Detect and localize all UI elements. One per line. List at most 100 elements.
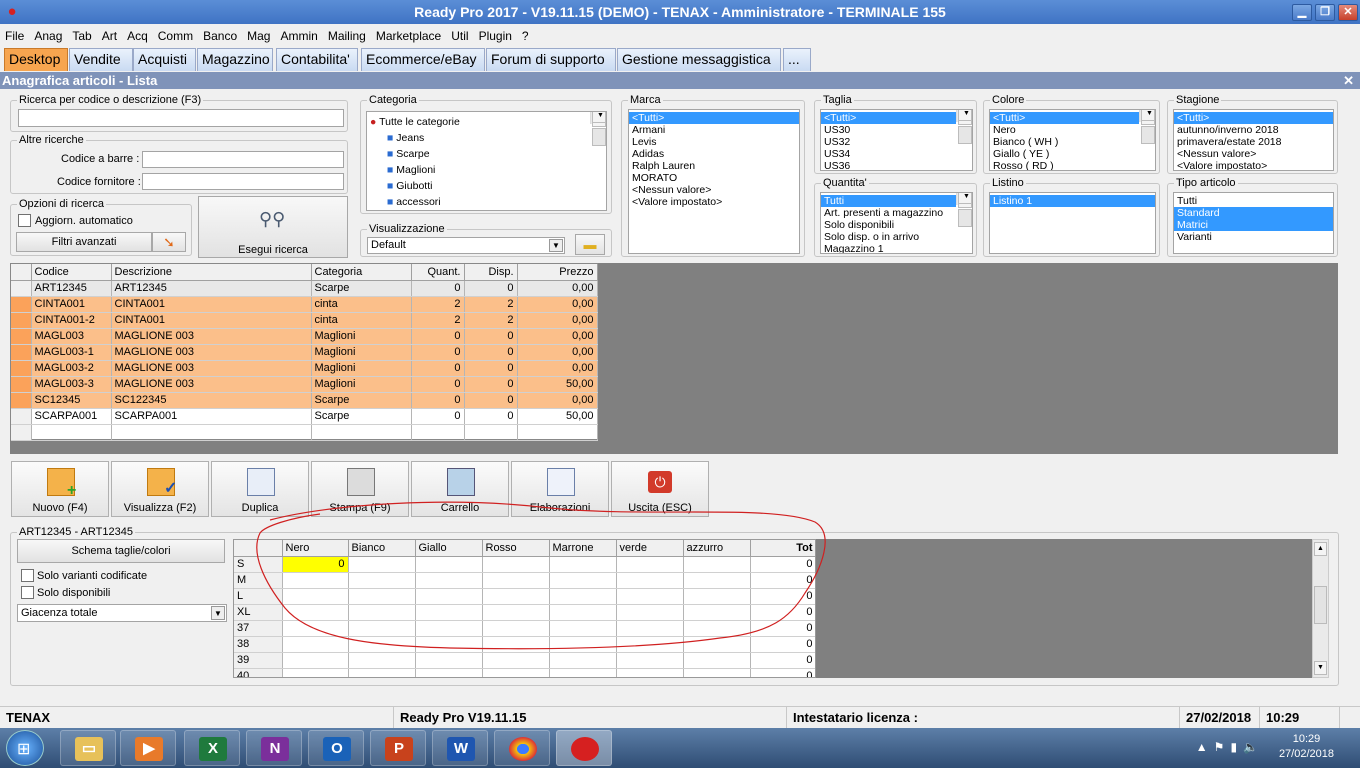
col-codice[interactable]: Codice <box>31 264 112 281</box>
table-cell[interactable]: 0,00 <box>517 312 598 329</box>
table-row[interactable]: ART12345 ART12345 Scarpe 0 0 0,00 <box>11 280 598 297</box>
table-row-empty[interactable] <box>11 424 598 441</box>
advanced-filters-button[interactable]: Filtri avanzati <box>16 232 152 252</box>
list-item[interactable]: Bianco ( WH ) <box>990 136 1155 148</box>
table-cell[interactable]: MAGL003-1 <box>31 344 112 361</box>
nuovo-button[interactable]: + Nuovo (F4) <box>11 461 109 517</box>
table-cell[interactable]: 0,00 <box>517 344 598 361</box>
menu-help[interactable]: ? <box>517 26 534 43</box>
solo-varianti-checkbox[interactable] <box>21 569 34 582</box>
size-row[interactable]: 40 0 <box>234 668 815 677</box>
table-cell[interactable]: MAGLIONE 003 <box>111 344 312 361</box>
menu-tab[interactable]: Tab <box>67 26 96 43</box>
taskbar-media-player[interactable]: ▶ <box>120 730 176 766</box>
taglia-scrollbar[interactable]: ▲▼ <box>956 110 972 144</box>
menu-anag[interactable]: Anag <box>29 26 67 43</box>
row-selector[interactable] <box>11 408 32 425</box>
table-cell[interactable]: ART12345 <box>111 280 312 297</box>
list-item[interactable]: US32 <box>821 136 972 148</box>
table-cell[interactable]: 0,00 <box>517 328 598 345</box>
tree-item-all[interactable]: ● Tutte le categorie <box>367 114 606 130</box>
table-row[interactable]: MAGL003-3 MAGLIONE 003 Maglioni 0 0 50,00 <box>11 376 598 393</box>
tab-magazzino[interactable]: Magazzino <box>197 48 273 71</box>
table-cell[interactable]: 0 <box>464 344 518 361</box>
table-row[interactable]: MAGL003 MAGLIONE 003 Maglioni 0 0 0,00 <box>11 328 598 345</box>
table-cell[interactable]: MAGL003-2 <box>31 360 112 377</box>
col-categoria[interactable]: Categoria <box>311 264 412 281</box>
tab-contabilita[interactable]: Contabilita' <box>276 48 358 71</box>
table-cell[interactable]: 0 <box>464 280 518 297</box>
execute-search-button[interactable]: ⚲⚲ Esegui ricerca <box>198 196 348 258</box>
table-cell[interactable]: 0 <box>464 392 518 409</box>
supplier-code-input[interactable] <box>142 173 344 190</box>
table-cell[interactable]: 50,00 <box>517 408 598 425</box>
table-cell[interactable]: MAGL003 <box>31 328 112 345</box>
list-item[interactable]: Art. presenti a magazzino <box>821 207 972 219</box>
scroll-thumb[interactable] <box>1314 586 1327 624</box>
barcode-input[interactable] <box>142 151 344 168</box>
close-button[interactable]: ✕ <box>1338 4 1358 21</box>
search-input[interactable] <box>18 109 344 127</box>
list-item[interactable]: Nero <box>990 124 1155 136</box>
tree-item-jeans[interactable]: ■ Jeans <box>367 130 606 146</box>
row-selector[interactable] <box>11 360 32 377</box>
qty-cell[interactable] <box>415 652 483 669</box>
list-item[interactable]: Solo disp. o in arrivo <box>821 231 972 243</box>
table-cell[interactable]: CINTA001 <box>111 312 312 329</box>
table-row[interactable]: MAGL003-2 MAGLIONE 003 Maglioni 0 0 0,00 <box>11 360 598 377</box>
tree-item-scarpe[interactable]: ■ Scarpe <box>367 146 606 162</box>
table-row[interactable]: SC12345 SC122345 Scarpe 0 0 0,00 <box>11 392 598 409</box>
visualizzazione-select[interactable]: Default ▼ <box>367 237 565 254</box>
table-cell[interactable]: cinta <box>311 312 412 329</box>
menu-comm[interactable]: Comm <box>153 26 198 43</box>
qty-cell[interactable] <box>282 668 349 677</box>
taskbar-outlook[interactable]: O <box>308 730 364 766</box>
scroll-down-icon[interactable]: ▼ <box>1314 661 1327 675</box>
list-item[interactable]: <Tutti> <box>629 112 799 124</box>
row-selector[interactable] <box>11 328 32 345</box>
colore-scrollbar[interactable]: ▲▼ <box>1139 110 1155 144</box>
qty-cell[interactable] <box>482 652 550 669</box>
tree-item-giubotti[interactable]: ■ Giubotti <box>367 178 606 194</box>
menu-util[interactable]: Util <box>446 26 473 43</box>
taskbar-powerpoint[interactable]: P <box>370 730 426 766</box>
qty-cell[interactable] <box>348 668 416 677</box>
menu-ammin[interactable]: Ammin <box>275 26 322 43</box>
volume-icon[interactable]: 🔈 <box>1243 740 1264 754</box>
taskbar-excel[interactable]: X <box>184 730 240 766</box>
qty-cell[interactable] <box>415 668 483 677</box>
list-item[interactable]: <Valore impostato> <box>629 196 799 208</box>
list-item[interactable]: Varianti <box>1174 231 1333 243</box>
qty-cell[interactable] <box>282 652 349 669</box>
list-item[interactable]: US36 <box>821 160 972 170</box>
list-item[interactable]: Listino 1 <box>990 195 1155 207</box>
list-item[interactable]: autunno/inverno 2018 <box>1174 124 1333 136</box>
size-row[interactable]: 39 0 <box>234 652 815 669</box>
list-item[interactable]: <Valore impostato> <box>1174 160 1333 170</box>
list-item[interactable]: Giallo ( YE ) <box>990 148 1155 160</box>
categoria-scrollbar[interactable]: ▲▼ <box>590 112 606 146</box>
flag-icon[interactable]: ⚑ <box>1214 740 1231 754</box>
list-item[interactable]: Magazzino 1 <box>821 243 972 253</box>
table-cell[interactable]: 2 <box>464 296 518 313</box>
row-selector[interactable] <box>11 280 32 297</box>
table-cell[interactable]: cinta <box>311 296 412 313</box>
table-row[interactable]: MAGL003-1 MAGLIONE 003 Maglioni 0 0 0,00 <box>11 344 598 361</box>
scroll-up-icon[interactable]: ▲ <box>1314 542 1327 556</box>
table-cell[interactable]: SC122345 <box>111 392 312 409</box>
table-cell[interactable] <box>111 424 312 441</box>
qty-cell[interactable] <box>348 652 416 669</box>
tree-item-accessori[interactable]: ■ accessori <box>367 194 606 210</box>
tab-forum[interactable]: Forum di supporto <box>486 48 616 71</box>
row-selector[interactable] <box>11 376 32 393</box>
table-cell[interactable]: SCARPA001 <box>111 408 312 425</box>
table-cell[interactable]: Maglioni <box>311 328 412 345</box>
tab-desktop[interactable]: Desktop <box>4 48 68 71</box>
system-tray[interactable]: ▲⚑▮🔈 <box>1196 740 1264 754</box>
list-item[interactable]: <Tutti> <box>821 112 956 124</box>
menu-marketplace[interactable]: Marketplace <box>371 26 446 43</box>
quantita-scrollbar[interactable]: ▲▼ <box>956 193 972 227</box>
tab-acquisti[interactable]: Acquisti <box>133 48 196 71</box>
table-cell[interactable]: Maglioni <box>311 376 412 393</box>
table-cell[interactable]: 2 <box>411 312 465 329</box>
